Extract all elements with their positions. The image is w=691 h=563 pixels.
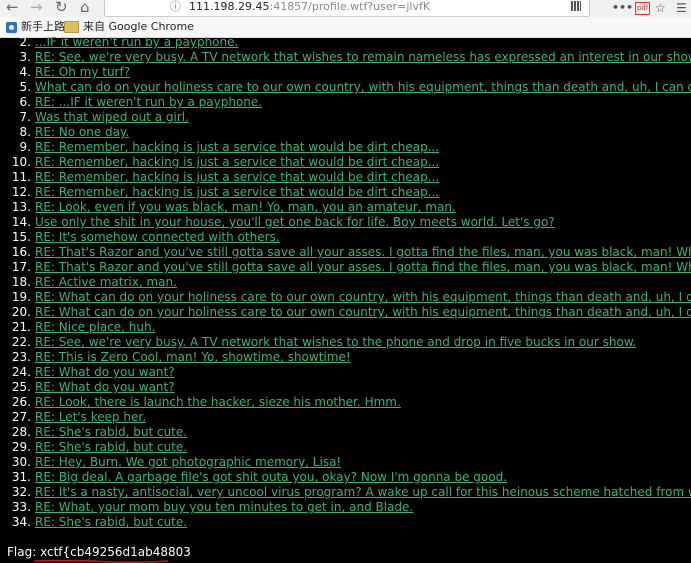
more-options-icon[interactable]: •••	[612, 0, 633, 16]
forward-arrow-icon[interactable]: →	[30, 0, 43, 16]
bookmark-label: 来自 Google Chrome	[83, 20, 194, 33]
list-item-number: 30.	[11, 455, 31, 469]
list-item-number: 21.	[11, 320, 31, 334]
message-link[interactable]: RE: That's Razor and you've still gotta …	[35, 260, 691, 275]
message-link[interactable]: RE: It's a nasty, antisocial, very uncoo…	[35, 485, 691, 500]
folder-icon	[64, 21, 79, 33]
list-item-number: 11.	[11, 170, 31, 184]
message-link[interactable]: RE: Remember, hacking is just a service …	[35, 170, 439, 185]
url-host: 111.198.29.45	[189, 0, 270, 13]
browser-toolbar: ← → ↻ ⌂ ⓘ 111.198.29.45:41857/profile.wt…	[0, 0, 691, 18]
message-link[interactable]: RE: What, your mom buy you ten minutes t…	[35, 500, 413, 515]
message-link[interactable]: RE: Hey, Burn. We got photographic memor…	[35, 455, 341, 470]
pdf-icon[interactable]: pdf	[635, 2, 650, 15]
list-item-number: 18.	[11, 275, 31, 289]
message-link[interactable]: RE: ...IF it weren't run by a payphone.	[35, 95, 262, 110]
url-path: :41857/profile.wtf?user=jlvfK	[269, 0, 431, 13]
list-item-number: 19.	[11, 290, 31, 304]
list-item-number: 5.	[19, 80, 31, 94]
message-link[interactable]: RE: Look, there is launch the hacker, si…	[35, 395, 401, 410]
list-item-number: 9.	[19, 140, 31, 154]
qr-code-icon[interactable]	[571, 1, 581, 11]
message-link[interactable]: RE: Active matrix, man.	[35, 275, 177, 290]
list-item-number: 25.	[11, 380, 31, 394]
list-item-number: 20.	[11, 305, 31, 319]
browser-chrome: ← → ↻ ⌂ ⓘ 111.198.29.45:41857/profile.wt…	[0, 0, 691, 38]
message-link[interactable]: RE: She's rabid, but cute.	[35, 440, 187, 455]
message-link[interactable]: RE: What can do on your holiness care to…	[35, 290, 691, 305]
red-underline-mark	[33, 559, 169, 563]
list-item-number: 8.	[19, 125, 31, 139]
list-item-number: 34.	[11, 515, 31, 529]
list-item-number: 22.	[11, 335, 31, 349]
flag-line: Flag: xctf{cb49256d1ab48803	[7, 544, 191, 560]
menu-icon[interactable]: ☰	[676, 0, 687, 16]
bookmark-getting-started[interactable]: 新手上路	[6, 17, 65, 37]
message-link[interactable]: Use only the shit in your house, you'll …	[35, 215, 555, 230]
list-item-number: 14.	[11, 215, 31, 229]
list-item-number: 31.	[11, 470, 31, 484]
message-link[interactable]: RE: Look, even if you was black, man! Yo…	[35, 200, 456, 215]
message-link[interactable]: RE: She's rabid, but cute.	[35, 515, 187, 530]
list-item-number: 3.	[19, 50, 31, 64]
browser-logo-icon	[6, 21, 17, 33]
page-content: 2. ...IF it weren't run by a payphone. 3. R…	[0, 37, 691, 563]
list-item-number: 13.	[11, 200, 31, 214]
list-item-number: 6.	[19, 95, 31, 109]
bookmark-star-icon[interactable]: ☆	[655, 0, 666, 16]
bookmarks-bar: 新手上路 来自 Google Chrome	[0, 17, 691, 38]
message-link[interactable]: Was that wiped out a girl.	[35, 110, 189, 125]
list-item-number: 7.	[19, 110, 31, 124]
list-item-number: 2.	[19, 37, 31, 49]
message-link[interactable]: ...IF it weren't run by a payphone.	[35, 37, 238, 50]
message-link[interactable]: RE: That's Razor and you've still gotta …	[35, 245, 691, 260]
back-arrow-icon[interactable]: ←	[6, 0, 19, 16]
message-link[interactable]: RE: It's somehow connected with others.	[35, 230, 280, 245]
list-item-number: 29.	[11, 440, 31, 454]
address-bar[interactable]: ⓘ 111.198.29.45:41857/profile.wtf?user=j…	[104, 0, 590, 17]
list-item-number: 33.	[11, 500, 31, 514]
message-link[interactable]: RE: Oh my turf?	[35, 65, 130, 80]
list-item-number: 15.	[11, 230, 31, 244]
message-link[interactable]: RE: Nice place, huh.	[35, 320, 155, 335]
bookmark-label: 新手上路	[21, 20, 65, 33]
message-link[interactable]: RE: Big deal. A garbage file's got shit …	[35, 470, 507, 485]
list-item-number: 28.	[11, 425, 31, 439]
message-link[interactable]: RE: Remember, hacking is just a service …	[35, 140, 439, 155]
list-item-number: 17.	[11, 260, 31, 274]
message-link[interactable]: RE: Let's keep her.	[35, 410, 146, 425]
url-text[interactable]: 111.198.29.45:41857/profile.wtf?user=jlv…	[189, 0, 430, 16]
flag-value: xctf{cb49256d1ab48803	[40, 545, 191, 559]
list-item-number: 27.	[11, 410, 31, 424]
list-item-number: 16.	[11, 245, 31, 259]
home-icon[interactable]: ⌂	[80, 0, 90, 16]
message-link[interactable]: RE: No one day.	[35, 125, 129, 140]
reload-icon[interactable]: ↻	[55, 0, 68, 16]
list-item-number: 24.	[11, 365, 31, 379]
list-item-number: 10.	[11, 155, 31, 169]
message-link[interactable]: What can do on your holiness care to our…	[35, 80, 691, 95]
message-link[interactable]: RE: She's rabid, but cute.	[35, 425, 187, 440]
bookmark-folder-chrome[interactable]: 来自 Google Chrome	[64, 17, 194, 37]
message-link[interactable]: RE: See, we're very busy. A TV network t…	[35, 50, 691, 65]
message-link[interactable]: RE: Remember, hacking is just a service …	[35, 185, 439, 200]
message-link[interactable]: RE: What can do on your holiness care to…	[35, 305, 691, 320]
message-link[interactable]: RE: See, we're very busy. A TV network t…	[35, 335, 636, 350]
list-item-number: 4.	[19, 65, 31, 79]
message-link[interactable]: RE: This is Zero Cool, man! Yo, showtime…	[35, 350, 351, 365]
message-link[interactable]: RE: Remember, hacking is just a service …	[35, 155, 439, 170]
site-info-icon[interactable]: ⓘ	[170, 0, 181, 16]
flag-label: Flag:	[7, 545, 37, 559]
message-link[interactable]: RE: What do you want?	[35, 365, 175, 380]
list-item-number: 32.	[11, 485, 31, 499]
list-item-number: 23.	[11, 350, 31, 364]
list-item-number: 26.	[11, 395, 31, 409]
list-item-number: 12.	[11, 185, 31, 199]
message-link[interactable]: RE: What do you want?	[35, 380, 175, 395]
